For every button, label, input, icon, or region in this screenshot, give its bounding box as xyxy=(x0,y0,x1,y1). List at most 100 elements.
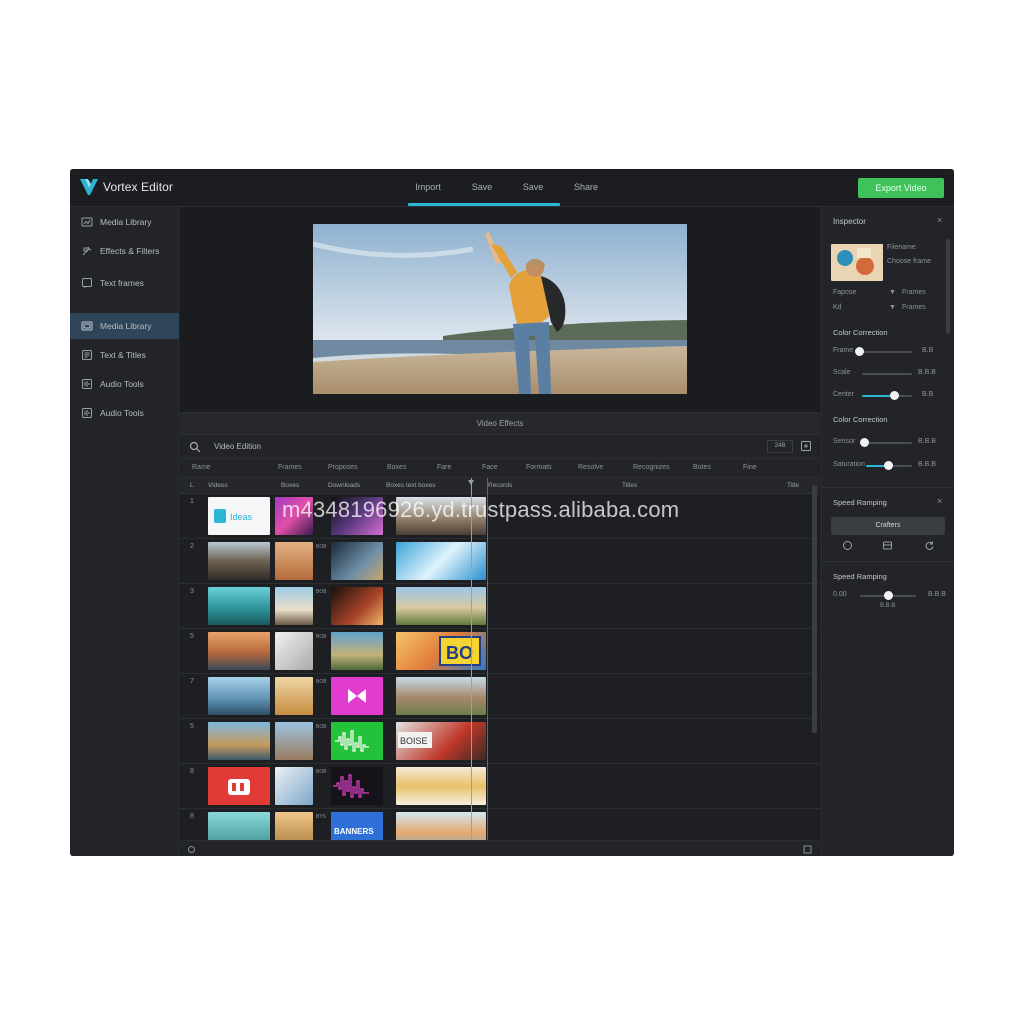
dropdown-arrow-icon[interactable]: ▼ xyxy=(889,289,896,296)
clip-thumbnail[interactable] xyxy=(275,767,313,805)
speed-min-label: 0.00 xyxy=(833,591,847,598)
sidebar-item-effects[interactable]: Effects & Filters xyxy=(70,238,179,264)
scale-slider-track[interactable] xyxy=(862,373,912,375)
clip-thumbnail[interactable] xyxy=(331,632,383,670)
speed-slider-knob[interactable] xyxy=(884,591,893,600)
search-icon[interactable] xyxy=(189,441,201,453)
search-badge[interactable]: 24B xyxy=(767,440,793,453)
clip-thumbnail[interactable] xyxy=(331,587,383,625)
clip-thumbnail[interactable] xyxy=(208,587,270,625)
table-row[interactable]: 7 BOB xyxy=(180,674,820,719)
column-header[interactable]: Fine xyxy=(743,464,757,471)
search-label[interactable]: Video Edition xyxy=(214,442,261,451)
thumb-boise-text: BOISE xyxy=(400,736,428,746)
table-row[interactable]: 3 BOB xyxy=(180,584,820,629)
clip-thumbnail[interactable]: Ideas xyxy=(208,497,270,535)
timeline-scrollbar[interactable] xyxy=(812,485,817,733)
column-header[interactable]: Recognizes xyxy=(633,464,670,471)
clip-thumbnail[interactable] xyxy=(208,632,270,670)
sidebar-item-text-titles[interactable]: Text & Titles xyxy=(70,342,179,368)
export-video-button[interactable]: Export Video xyxy=(858,178,944,198)
row-number: 8 xyxy=(190,813,194,820)
clip-tag: BOB xyxy=(316,769,327,775)
zoom-icon[interactable] xyxy=(186,844,197,855)
close-icon[interactable]: × xyxy=(937,215,942,225)
sensor-slider-track[interactable] xyxy=(862,442,912,444)
clip-thumbnail[interactable] xyxy=(275,542,313,580)
sensor-slider-knob[interactable] xyxy=(860,438,869,447)
clip-thumbnail[interactable] xyxy=(275,722,313,760)
speed-box-icon[interactable] xyxy=(882,540,893,551)
clip-thumbnail[interactable]: BANNERS xyxy=(331,812,383,840)
slider-value: B.B xyxy=(922,391,934,398)
clip-tag: BOB xyxy=(316,724,327,730)
sidebar-item-text-frames[interactable]: Text frames xyxy=(70,270,179,296)
clip-thumbnail[interactable] xyxy=(396,767,486,805)
column-header[interactable]: Botes xyxy=(693,464,711,471)
table-row[interactable]: 8 BYS BANNERS xyxy=(180,809,820,840)
clip-thumbnail[interactable] xyxy=(208,812,270,840)
sidebar-item-media-library[interactable]: Media Library xyxy=(70,209,179,235)
expand-icon[interactable] xyxy=(802,844,813,855)
table-row[interactable]: 2 BOB xyxy=(180,539,820,584)
video-preview-frame[interactable] xyxy=(313,224,687,394)
column-header[interactable]: Boxes xyxy=(387,464,406,471)
clip-thumbnail[interactable] xyxy=(396,587,486,625)
table-row[interactable]: 5 BOB BO xyxy=(180,629,820,674)
column-headers: Rame Frames Proposes Boxes Fare Face For… xyxy=(180,459,820,478)
column-header[interactable]: Rame xyxy=(192,464,211,471)
playhead-handle-icon[interactable] xyxy=(468,480,474,485)
nav-share[interactable]: Share xyxy=(568,169,604,207)
clip-thumbnail[interactable] xyxy=(396,677,486,715)
clip-thumbnail[interactable] xyxy=(208,677,270,715)
close-icon[interactable]: × xyxy=(937,496,942,506)
inspector-field-value[interactable]: Frames xyxy=(902,289,926,296)
track-header-cell: Videos xyxy=(208,482,228,489)
dropdown-arrow-icon[interactable]: ▼ xyxy=(889,304,896,311)
clip-thumbnail[interactable] xyxy=(396,542,486,580)
clip-thumbnail[interactable] xyxy=(275,632,313,670)
table-row[interactable]: 8 BOB xyxy=(180,764,820,809)
inspector-field-value[interactable]: Frames xyxy=(902,304,926,311)
sidebar-item-audio-tools-2[interactable]: Audio Tools xyxy=(70,400,179,426)
column-header[interactable]: Frames xyxy=(278,464,302,471)
clip-thumbnail[interactable] xyxy=(331,767,383,805)
frame-slider-knob[interactable] xyxy=(855,347,864,356)
vortex-logo-icon xyxy=(80,179,98,195)
clip-thumbnail[interactable] xyxy=(208,722,270,760)
nav-import[interactable]: Import xyxy=(408,169,448,207)
clip-thumbnail[interactable]: BO xyxy=(396,632,486,670)
table-row[interactable]: 5 BOB BOISE xyxy=(180,719,820,764)
sidebar-item-audio-tools[interactable]: Audio Tools xyxy=(70,371,179,397)
frame-slider-track[interactable] xyxy=(858,351,912,353)
column-header[interactable]: Face xyxy=(482,464,498,471)
clip-thumbnail[interactable]: BOISE xyxy=(396,722,486,760)
timeline-playhead[interactable] xyxy=(471,478,472,840)
column-header[interactable]: Formats xyxy=(526,464,552,471)
clip-thumbnail[interactable] xyxy=(275,677,313,715)
sidebar-item-media-library-active[interactable]: Media Library xyxy=(70,313,179,339)
clip-thumbnail[interactable] xyxy=(331,677,383,715)
slider-value: B.B.B xyxy=(928,591,946,598)
preset-button[interactable]: Crafters xyxy=(831,517,945,535)
clip-thumbnail[interactable] xyxy=(396,812,486,840)
panel-settings-icon[interactable] xyxy=(800,440,812,452)
column-header[interactable]: Resolve xyxy=(578,464,603,471)
clip-thumbnail[interactable] xyxy=(208,542,270,580)
clip-thumbnail[interactable] xyxy=(208,767,270,805)
clip-thumbnail[interactable] xyxy=(275,812,313,840)
speed-reset-icon[interactable] xyxy=(924,540,935,551)
center-slider-knob[interactable] xyxy=(890,391,899,400)
column-header[interactable]: Fare xyxy=(437,464,451,471)
section-divider xyxy=(822,487,954,488)
clip-thumbnail[interactable] xyxy=(275,587,313,625)
inspector-scrollbar[interactable] xyxy=(946,239,950,334)
saturation-slider-knob[interactable] xyxy=(884,461,893,470)
column-header[interactable]: Proposes xyxy=(328,464,358,471)
speed-preset-icon[interactable] xyxy=(842,540,853,551)
clip-thumbnail[interactable] xyxy=(331,542,383,580)
nav-save-2[interactable]: Save xyxy=(514,169,552,207)
nav-save[interactable]: Save xyxy=(463,169,501,207)
sidebar-item-label: Media Library xyxy=(100,217,152,227)
clip-thumbnail[interactable] xyxy=(331,722,383,760)
